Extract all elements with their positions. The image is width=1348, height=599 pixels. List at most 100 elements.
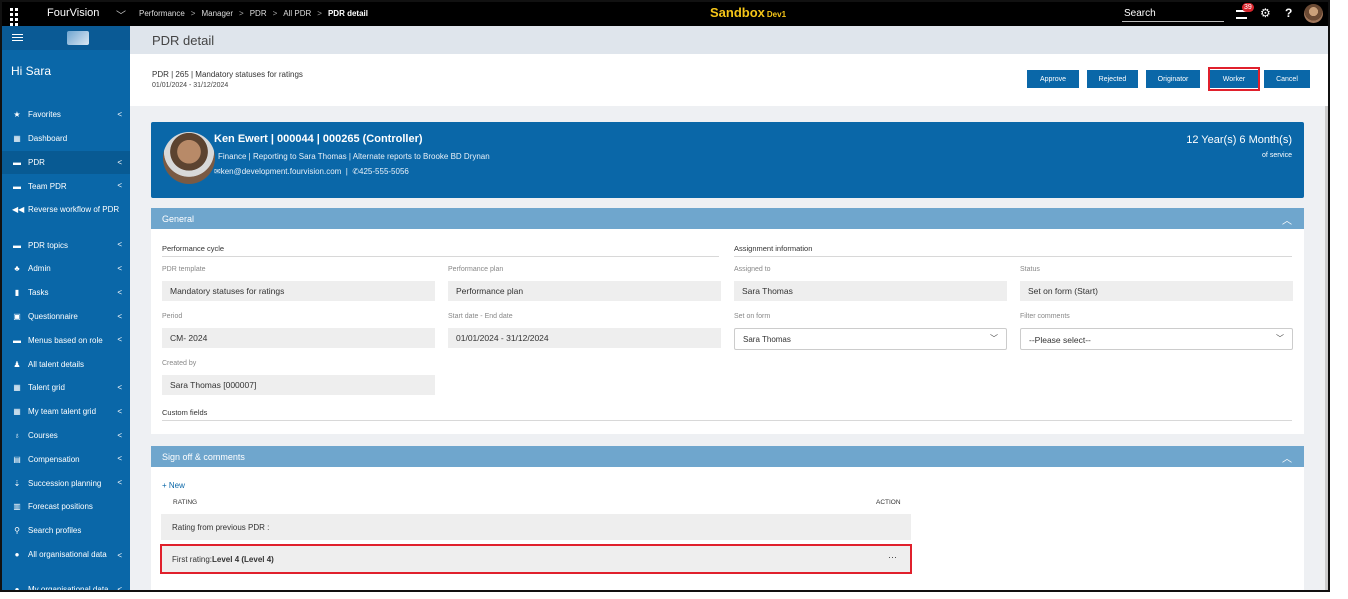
breadcrumb-separator: > (239, 9, 244, 18)
collapse-icon[interactable]: ︿ (1282, 450, 1292, 465)
general-panel-title: General (162, 214, 195, 224)
cancel-button[interactable]: Cancel (1264, 70, 1310, 88)
created-by-field: Sara Thomas [000007] (162, 375, 435, 395)
users-gear-icon: ♣ (14, 264, 20, 274)
sandbox-label: Sandbox Dev1 (710, 5, 786, 20)
sidebar-item-courses[interactable]: ♁ Courses < (2, 424, 130, 448)
sidebar-item-my-organisational-data[interactable]: ● My organisational data < (2, 578, 130, 592)
sidebar-item-label: PDR topics (28, 240, 69, 250)
app-launcher-icon[interactable] (8, 6, 24, 31)
employee-card: Ken Ewert | 000044 | 000265 (Controller)… (151, 122, 1304, 198)
employee-phone[interactable]: 425-555-5056 (359, 167, 409, 176)
sidebar-item-label: Succession planning (28, 478, 102, 488)
help-icon[interactable]: ? (1285, 6, 1292, 20)
status-label: Status (1020, 266, 1040, 273)
dashboard-icon: ▦ (13, 134, 21, 144)
breadcrumb-pdr[interactable]: PDR (250, 9, 267, 18)
collapse-icon[interactable]: ︿ (1282, 212, 1292, 227)
globe-icon: ● (14, 584, 20, 592)
people-icon: ♟ (13, 359, 21, 369)
dates-field: 01/01/2024 - 31/12/2024 (448, 328, 721, 348)
gear-icon[interactable]: ⚙ (1260, 6, 1271, 20)
signoff-panel-header[interactable]: Sign off & comments ︿ (151, 446, 1304, 467)
custom-fields-title: Custom fields (162, 408, 208, 417)
sidebar-item-dashboard[interactable]: ▦ Dashboard (2, 127, 130, 151)
sidebar-item-label: Questionnaire (28, 311, 78, 321)
sidebar-item-pdr[interactable]: ▬ PDR < (2, 150, 130, 175)
form-icon: ▣ (13, 311, 21, 321)
sidebar-item-label: My team talent grid (28, 407, 97, 417)
sidebar-item-search-profiles[interactable]: ⚲ Search profiles (2, 519, 130, 543)
scrollbar[interactable] (1325, 106, 1328, 590)
divider (734, 256, 1292, 257)
sandbox-text: Sandbox (710, 5, 765, 20)
performance-plan-label: Performance plan (448, 266, 504, 273)
notification-badge: 39 (1242, 3, 1254, 12)
pdr-template-label: PDR template (162, 266, 206, 273)
succession-icon: ⇣ (13, 478, 21, 488)
sidebar-item-my-team-talent-grid[interactable]: ▦ My team talent grid < (2, 400, 130, 424)
sidebar-item-forecast-positions[interactable]: ▥ Forecast positions (2, 495, 130, 519)
sidebar-item-compensation[interactable]: ▤ Compensation < (2, 447, 130, 471)
sidebar-item-reverse-workflow-of-pdr[interactable]: ◀◀ Reverse workflow of PDR (2, 198, 130, 233)
breadcrumb-performance[interactable]: Performance (139, 9, 185, 18)
chevron-down-icon[interactable]: ﹀ (116, 7, 126, 22)
sidebar-item-admin[interactable]: ♣ Admin < (2, 257, 130, 281)
sidebar-item-pdr-topics[interactable]: ▬ PDR topics < (2, 233, 130, 257)
sidebar-item-tasks[interactable]: ▮ Tasks < (2, 281, 130, 305)
rating-cell: Rating from previous PDR : (172, 522, 270, 532)
notifications-icon[interactable]: 39 (1236, 3, 1254, 19)
new-comment-link[interactable]: + New (162, 481, 185, 490)
hamburger-icon[interactable] (12, 34, 23, 41)
sidebar-item-menus-based-on-role[interactable]: ▬ Menus based on role < (2, 328, 130, 352)
search-input[interactable]: Search (1122, 6, 1224, 22)
rewind-icon: ◀◀ (12, 205, 25, 215)
app-frame: FourVision ﹀ Performance > Manager > PDR… (0, 0, 1330, 592)
chevron-left-icon: < (117, 430, 122, 440)
period-label: Period (162, 313, 183, 320)
sidebar-item-questionnaire[interactable]: ▣ Questionnaire < (2, 305, 130, 329)
breadcrumb-all-pdr[interactable]: All PDR (283, 9, 311, 18)
employee-email[interactable]: ken@development.fourvision.com (221, 167, 342, 176)
set-on-form-select[interactable]: Sara Thomas ﹀ (734, 328, 1007, 350)
sidebar-item-all-talent-details[interactable]: ♟ All talent details (2, 352, 130, 376)
originator-button[interactable]: Originator (1146, 70, 1200, 88)
set-on-form-label: Set on form (734, 313, 771, 320)
sidebar-item-team-pdr[interactable]: ▬ Team PDR < (2, 174, 130, 198)
employee-photo (163, 132, 215, 184)
sidebar-item-label: Forecast positions (28, 502, 93, 512)
chevron-left-icon: < (117, 478, 122, 488)
sidebar-item-succession-planning[interactable]: ⇣ Succession planning < (2, 471, 130, 495)
assignment-info-title: Assignment information (734, 244, 813, 253)
worker-highlight (1208, 67, 1260, 91)
page-title: PDR detail (130, 26, 1328, 54)
pdr-template-field: Mandatory statuses for ratings (162, 281, 435, 301)
sidebar-header (2, 26, 130, 50)
employee-reporting: Finance | Reporting to Sara Thomas | Alt… (218, 152, 490, 161)
rating-column-header: RATING (173, 499, 198, 506)
chevron-left-icon: < (117, 335, 122, 345)
sidebar-item-label: Menus based on role (28, 335, 103, 345)
contact-separator: | (343, 167, 351, 176)
avatar[interactable] (1304, 4, 1323, 23)
general-panel-header[interactable]: General ︿ (151, 208, 1304, 229)
breadcrumb: Performance > Manager > PDR > All PDR > … (139, 9, 368, 18)
breadcrumb-manager[interactable]: Manager (201, 9, 233, 18)
pdr-summary: PDR | 265 | Mandatory statuses for ratin… (152, 70, 303, 79)
chevron-left-icon: < (117, 550, 122, 560)
sidebar-item-favorites[interactable]: ★ Favorites < (2, 103, 130, 127)
chevron-left-icon: < (117, 584, 122, 592)
filter-comments-select[interactable]: --Please select-- ﹀ (1020, 328, 1293, 350)
rejected-button[interactable]: Rejected (1087, 70, 1138, 88)
period-field: CM- 2024 (162, 328, 435, 348)
sidebar-item-all-organisational-data[interactable]: ● All organisational data < (2, 543, 130, 578)
sidebar-item-label: All organisational data (28, 549, 107, 559)
breadcrumb-current: PDR detail (327, 9, 368, 18)
chevron-left-icon: < (117, 287, 122, 297)
approve-button[interactable]: Approve (1027, 70, 1079, 88)
filter-comments-label: Filter comments (1020, 313, 1070, 320)
star-icon: ★ (13, 110, 21, 120)
performance-plan-field: Performance plan (448, 281, 721, 301)
sidebar-item-label: Search profiles (28, 526, 82, 536)
sidebar-item-talent-grid[interactable]: ▦ Talent grid < (2, 376, 130, 400)
